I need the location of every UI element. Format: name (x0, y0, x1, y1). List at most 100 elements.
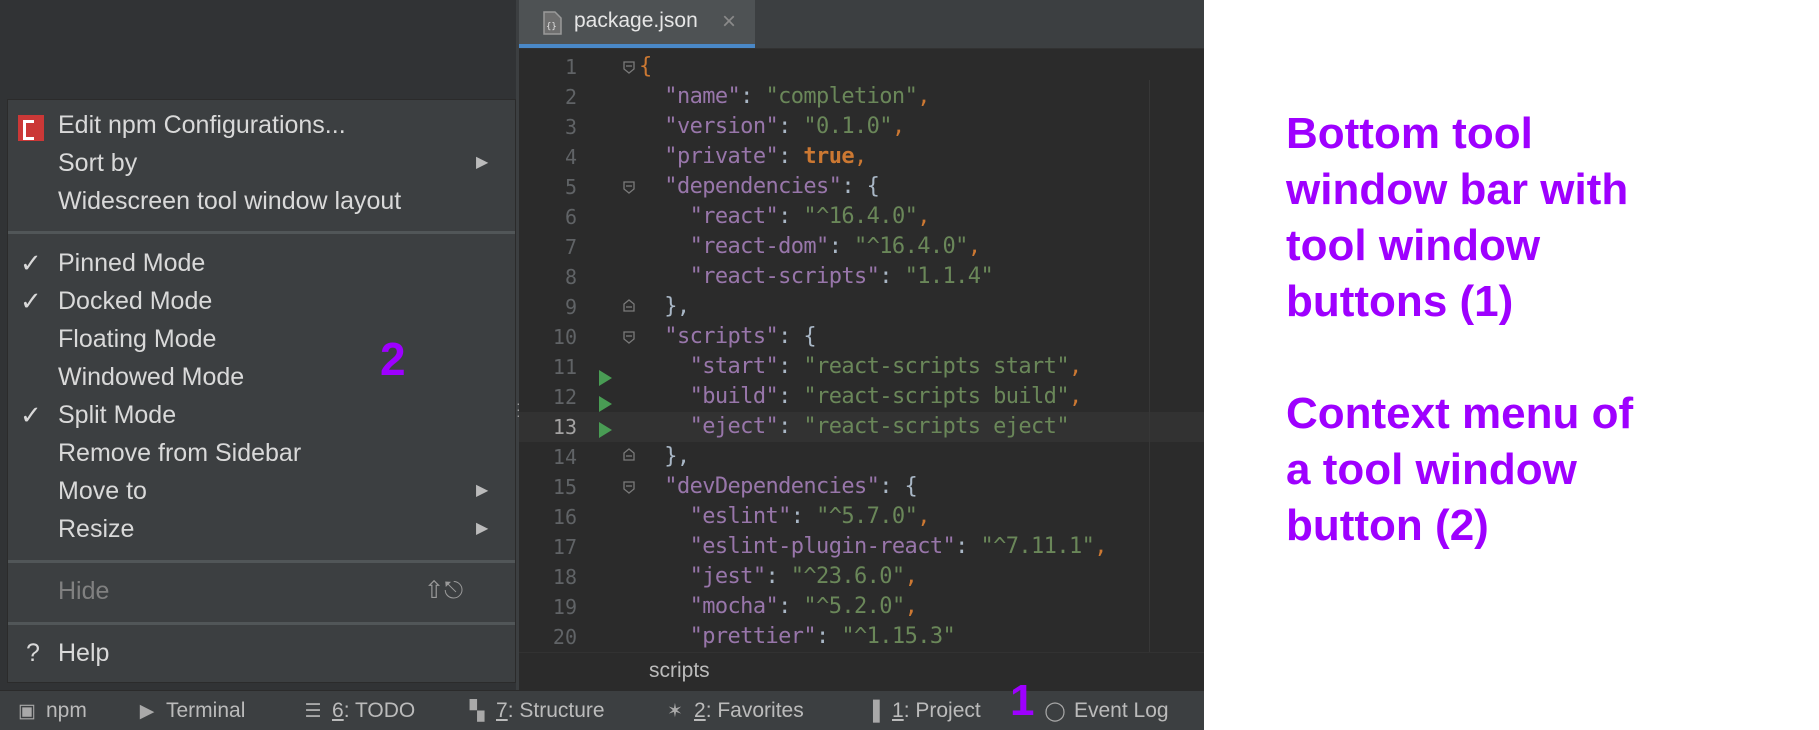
menu-item-split-mode[interactable]: ✓ Split Mode (8, 396, 515, 434)
code-line[interactable]: "scripts": { (639, 322, 1204, 352)
code-line[interactable]: "name": "completion", (639, 82, 1204, 112)
line-number: 12 (552, 385, 577, 409)
code-line[interactable]: "eject": "react-scripts eject" (639, 412, 1204, 442)
project-folder-icon: ▐ (866, 701, 880, 722)
menu-item-sort-by[interactable]: Sort by ▶ (8, 144, 515, 182)
fold-end-icon[interactable] (622, 448, 636, 462)
line-number: 3 (564, 115, 577, 139)
line-number: 4 (564, 145, 577, 169)
tool-button-todo[interactable]: ☰ 6: TODO (302, 691, 415, 730)
annotation-line: a tool window (1286, 445, 1577, 494)
code-line[interactable]: { (639, 52, 1204, 82)
menu-item-remove-from-sidebar[interactable]: Remove from Sidebar (8, 434, 515, 472)
code-line[interactable]: "prettier": "^1.15.3" (639, 622, 1204, 652)
line-number: 11 (552, 355, 577, 379)
line-number: 5 (564, 175, 577, 199)
code-line[interactable]: "react": "^16.4.0", (639, 202, 1204, 232)
code-line[interactable]: "mocha": "^5.2.0", (639, 592, 1204, 622)
line-number: 14 (552, 445, 577, 469)
tool-window-context-menu: Edit npm Configurations... Sort by ▶ Wid… (8, 100, 515, 682)
run-script-eject-icon[interactable] (599, 422, 612, 438)
annotation-text: Bottom tool window bar with tool window but… (1286, 106, 1806, 554)
code-line[interactable]: "react-dom": "^16.4.0", (639, 232, 1204, 262)
code-line[interactable]: "start": "react-scripts start", (639, 352, 1204, 382)
menu-item-help[interactable]: ? Help (8, 634, 515, 672)
annotation-line: Bottom tool (1286, 109, 1533, 158)
shortcut-hint: ⇧⎋ (424, 577, 464, 604)
code-line[interactable]: "eslint": "^5.7.0", (639, 502, 1204, 532)
line-number: 2 (564, 85, 577, 109)
line-number: 8 (564, 265, 577, 289)
tool-button-favorites[interactable]: ✶ 2: Favorites (664, 691, 804, 730)
tab-package-json[interactable]: {} package.json × (519, 0, 755, 48)
code-area[interactable]: { "name": "completion", "version": "0.1.… (639, 52, 1204, 652)
tool-button-npm[interactable]: ▣ npm (16, 691, 87, 730)
tool-button-structure[interactable]: ▚ 7: Structure (466, 691, 605, 730)
annotation-marker-1: 1 (1010, 676, 1035, 725)
line-number-gutter: 1 2 3 4 5 6 7 8 9 10 11 12 13 14 15 16 17 18 19 20 (519, 52, 579, 652)
code-line[interactable]: "eslint-plugin-react": "^7.11.1", (639, 532, 1204, 562)
ide-window: {} package.json × 1 2 3 4 5 6 7 8 9 10 11 12 13 14 15 1… (0, 0, 1204, 730)
menu-separator (8, 231, 515, 234)
fold-end-icon[interactable] (622, 299, 636, 313)
line-number: 18 (552, 565, 577, 589)
tool-button-event-log[interactable]: ◯ Event Log (1044, 691, 1168, 730)
menu-separator (8, 622, 515, 625)
line-number: 19 (552, 595, 577, 619)
code-line[interactable]: "private": true, (639, 142, 1204, 172)
menu-item-edit-npm-configurations[interactable]: Edit npm Configurations... (8, 106, 515, 144)
menu-item-move-to[interactable]: Move to ▶ (8, 472, 515, 510)
annotation-line: Context menu of (1286, 389, 1634, 438)
menu-item-hide[interactable]: Hide ⇧⎋ (8, 572, 515, 610)
line-number: 13 (552, 415, 577, 439)
fold-icon[interactable] (622, 330, 636, 344)
code-line[interactable]: }, (639, 442, 1204, 472)
star-icon: ✶ (667, 701, 683, 722)
annotation-line: window bar with (1286, 165, 1629, 214)
breadcrumb-item[interactable]: scripts (649, 659, 710, 683)
fold-icon[interactable] (622, 480, 636, 494)
tool-button-project[interactable]: ▐ 1: Project (862, 691, 980, 730)
line-number: 10 (552, 325, 577, 349)
menu-item-resize[interactable]: Resize ▶ (8, 510, 515, 548)
fold-icon[interactable] (622, 180, 636, 194)
code-line[interactable]: "version": "0.1.0", (639, 112, 1204, 142)
submenu-arrow-icon: ▶ (476, 520, 489, 537)
menu-item-pinned-mode[interactable]: ✓ Pinned Mode (8, 244, 515, 282)
code-line[interactable]: }, (639, 292, 1204, 322)
annotation-line: tool window (1286, 221, 1541, 270)
checkmark-icon: ✓ (20, 248, 42, 278)
submenu-arrow-icon: ▶ (476, 482, 489, 499)
menu-item-docked-mode[interactable]: ✓ Docked Mode (8, 282, 515, 320)
run-script-start-icon[interactable] (599, 370, 612, 386)
code-line[interactable]: "dependencies": { (639, 172, 1204, 202)
run-script-build-icon[interactable] (599, 396, 612, 412)
close-icon[interactable]: × (722, 8, 736, 36)
line-number: 16 (552, 505, 577, 529)
menu-separator (8, 560, 515, 563)
menu-item-windowed-mode[interactable]: Windowed Mode (8, 358, 515, 396)
tab-label: package.json (574, 9, 698, 32)
tool-button-terminal[interactable]: ▶ Terminal (136, 691, 246, 730)
help-icon: ? (26, 639, 40, 667)
annotation-line: buttons (1) (1286, 277, 1514, 326)
line-number: 6 (564, 205, 577, 229)
breadcrumb[interactable]: scripts (519, 652, 1204, 691)
line-number: 1 (564, 55, 577, 79)
code-line[interactable]: "devDependencies": { (639, 472, 1204, 502)
editor-tab-bar: {} package.json × (519, 0, 1204, 49)
fold-icon[interactable] (622, 60, 636, 74)
annotation-block-2: Context menu of a tool window button (2) (1286, 386, 1806, 554)
line-number: 15 (552, 475, 577, 499)
editor-pane: {} package.json × 1 2 3 4 5 6 7 8 9 10 11 12 13 14 15 1… (519, 0, 1204, 691)
code-line[interactable]: "jest": "^23.6.0", (639, 562, 1204, 592)
menu-item-widescreen-layout[interactable]: Widescreen tool window layout (8, 182, 515, 220)
code-line[interactable]: "react-scripts": "1.1.4" (639, 262, 1204, 292)
code-line[interactable]: "build": "react-scripts build", (639, 382, 1204, 412)
menu-item-floating-mode[interactable]: Floating Mode (8, 320, 515, 358)
splitter-grip[interactable]: · · · (516, 396, 521, 422)
line-number: 7 (564, 235, 577, 259)
terminal-icon: ▶ (139, 701, 155, 722)
annotation-block-1: Bottom tool window bar with tool window but… (1286, 106, 1806, 330)
svg-text:{}: {} (546, 22, 557, 32)
